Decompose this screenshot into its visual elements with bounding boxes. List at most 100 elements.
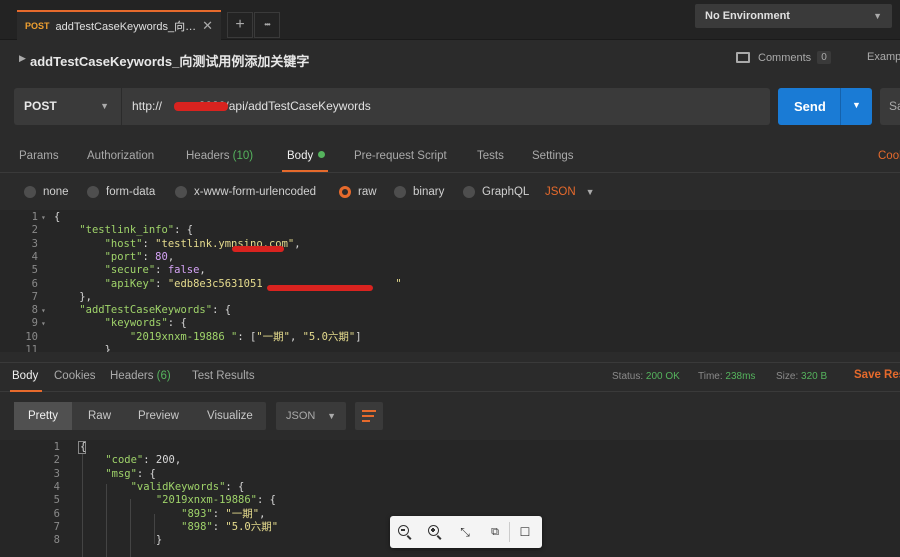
- code-token: "5.0六期": [225, 520, 279, 533]
- chevron-down-icon: ▼: [585, 187, 595, 197]
- code-text: "2019xnxm-19886": {: [80, 494, 276, 507]
- line-number: 6: [31, 277, 38, 290]
- environment-label: No Environment: [705, 10, 790, 22]
- fold-toggle-icon[interactable]: ▾: [41, 211, 46, 224]
- body-type-binary[interactable]: binary: [394, 186, 444, 198]
- body-type-raw[interactable]: raw: [339, 186, 377, 198]
- size-value: 320 B: [801, 371, 828, 382]
- tab-prerequest-script[interactable]: Pre-request Script: [354, 150, 447, 162]
- zoom-in-icon[interactable]: [426, 523, 444, 541]
- radio-icon: [24, 186, 36, 198]
- body-type-graphql-label: GraphQL: [482, 186, 530, 198]
- fit-screen-icon[interactable]: ⤡: [456, 523, 474, 541]
- environment-select[interactable]: No Environment ▼: [695, 4, 892, 28]
- request-tab[interactable]: POST addTestCaseKeywords_向测试用例添加关键字 ✕: [17, 10, 221, 40]
- code-text: "msg": {: [80, 468, 156, 481]
- comments-label: Comments: [758, 51, 812, 64]
- response-format-select[interactable]: JSON ▼: [276, 402, 346, 430]
- zoom-out-icon[interactable]: [396, 523, 414, 541]
- new-tab-button[interactable]: +: [227, 12, 253, 38]
- view-visualize[interactable]: Visualize: [193, 402, 267, 430]
- wrap-lines-button[interactable]: [355, 402, 383, 430]
- response-tab-body[interactable]: Body: [12, 370, 38, 382]
- code-token: "port": [104, 250, 143, 263]
- view-raw[interactable]: Raw: [74, 402, 125, 430]
- request-title-row: ▶ addTestCaseKeywords_向测试用例添加关键字 Comment…: [0, 40, 900, 78]
- code-line: 2 "code": 200,: [0, 454, 900, 467]
- body-type-none[interactable]: none: [24, 186, 69, 198]
- line-number: 10: [25, 330, 38, 343]
- code-line: 3 "msg": {: [0, 468, 900, 481]
- request-tab-strip: POST addTestCaseKeywords_向测试用例添加关键字 ✕ + …: [0, 0, 900, 40]
- code-token: :: [142, 250, 156, 263]
- code-line: 1{: [0, 441, 900, 454]
- send-options-chevron-icon[interactable]: ▼: [852, 100, 861, 110]
- more-tabs-button[interactable]: •••: [254, 12, 280, 38]
- tab-params[interactable]: Params: [19, 150, 59, 162]
- radio-icon: [463, 186, 475, 198]
- tab-body[interactable]: Body: [287, 150, 326, 162]
- tab-settings[interactable]: Settings: [532, 150, 574, 162]
- view-pretty[interactable]: Pretty: [14, 402, 73, 430]
- code-token: "apiKey": [104, 277, 156, 290]
- code-line: 3 "host": "testlink.ymnsino.com",: [0, 238, 900, 251]
- request-body-editor[interactable]: 1 ▾{2 "testlink_info": {3 "host": "testli…: [0, 210, 900, 352]
- request-title[interactable]: addTestCaseKeywords_向测试用例添加关键字: [30, 51, 309, 70]
- code-text: "addTestCaseKeywords": {: [54, 304, 231, 317]
- code-line: 6 "apiKey": "edb8e3c5631051 ": [0, 278, 900, 291]
- collapse-arrow-icon[interactable]: ▶: [19, 53, 26, 64]
- examples-button[interactable]: Examples: [867, 51, 900, 63]
- close-tab-icon[interactable]: ✕: [202, 18, 213, 34]
- comments-button[interactable]: Comments 0: [736, 51, 831, 64]
- status-readout: Status: 200 OK: [612, 371, 680, 382]
- response-tab-headers[interactable]: Headers (6): [110, 370, 171, 382]
- tab-tests[interactable]: Tests: [477, 150, 504, 162]
- fold-toggle-icon[interactable]: ▾: [41, 304, 46, 317]
- code-text: },: [54, 291, 92, 304]
- code-token: : {: [167, 317, 187, 330]
- view-preview[interactable]: Preview: [124, 402, 193, 430]
- cookies-link[interactable]: Cookies: [878, 150, 900, 162]
- line-number: 1: [31, 211, 38, 223]
- code-token: "一期": [225, 507, 260, 520]
- body-format-select[interactable]: JSON ▼: [545, 186, 595, 198]
- body-format-value: JSON: [545, 186, 576, 198]
- line-number: 6: [53, 507, 60, 520]
- response-tabs: Body Cookies Headers (6) Test Results St…: [0, 362, 900, 392]
- body-type-form-data[interactable]: form-data: [87, 186, 155, 198]
- tab-headers[interactable]: Headers (10): [186, 150, 253, 162]
- comment-icon: [736, 52, 750, 63]
- code-text: }: [54, 344, 111, 352]
- code-token: "5.0六期": [302, 330, 356, 343]
- body-type-graphql[interactable]: GraphQL: [463, 186, 529, 198]
- code-token: },: [54, 290, 92, 303]
- code-token: "一期": [256, 330, 290, 343]
- fold-toggle-icon[interactable]: ▾: [41, 317, 46, 330]
- present-icon[interactable]: ⧉: [486, 523, 504, 541]
- comment-icon[interactable]: ☐: [516, 523, 534, 541]
- status-value: 200 OK: [645, 371, 680, 382]
- toolbar-divider: [509, 522, 510, 542]
- response-tab-test-results[interactable]: Test Results: [192, 370, 255, 382]
- body-type-urlencoded[interactable]: x-www-form-urlencoded: [175, 186, 316, 198]
- tab-method-badge: POST: [25, 21, 50, 31]
- redaction-mark: [267, 285, 373, 291]
- line-number: 4: [53, 480, 60, 493]
- http-method-select[interactable]: POST ▼: [14, 88, 122, 125]
- send-button[interactable]: Send ▼: [778, 88, 872, 125]
- save-button[interactable]: Save: [880, 88, 900, 125]
- body-type-form-data-label: form-data: [106, 186, 156, 198]
- response-tab-cookies[interactable]: Cookies: [54, 370, 96, 382]
- code-token: : {: [225, 480, 245, 493]
- save-response-button[interactable]: Save Response: [854, 369, 900, 381]
- tab-authorization[interactable]: Authorization: [87, 150, 154, 162]
- tab-body-label: Body: [287, 150, 314, 162]
- response-format-value: JSON: [286, 410, 316, 422]
- line-number: 5: [31, 264, 38, 277]
